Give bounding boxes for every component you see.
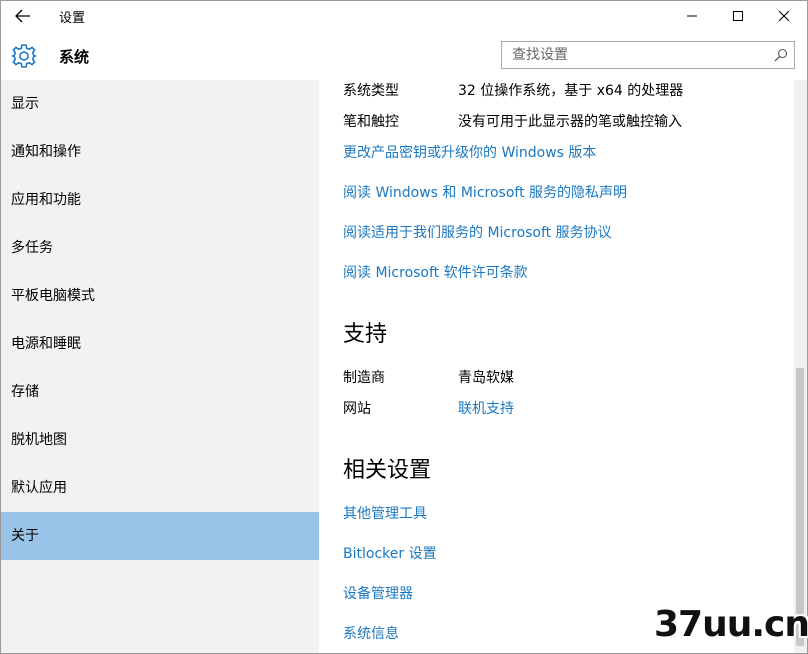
- watermark-logo: 37uu.cn: [640, 604, 808, 648]
- manufacturer-value: 青岛软媒: [458, 370, 514, 386]
- back-arrow-icon: [15, 9, 30, 23]
- sidebar-item-offline-maps[interactable]: 脱机地图: [1, 416, 319, 464]
- title-bar: 设置: [1, 1, 807, 32]
- minimize-button[interactable]: [669, 1, 715, 31]
- manufacturer-label: 制造商: [343, 370, 385, 386]
- sidebar-item-power-sleep[interactable]: 电源和睡眠: [1, 320, 319, 368]
- window-title: 设置: [59, 11, 86, 26]
- scrollbar[interactable]: [794, 80, 807, 653]
- system-type-value: 32 位操作系统，基于 x64 的处理器: [458, 83, 684, 99]
- watermark-text: 37uu.cn: [654, 604, 808, 645]
- website-label: 网站: [343, 401, 371, 417]
- system-info-link[interactable]: 系统信息: [343, 624, 399, 644]
- change-product-key-link[interactable]: 更改产品密钥或升级你的 Windows 版本: [343, 143, 596, 163]
- support-heading: 支持: [343, 322, 388, 347]
- sidebar-item-storage[interactable]: 存储: [1, 368, 319, 416]
- sidebar-item-multitasking[interactable]: 多任务: [1, 224, 319, 272]
- page-header: 系统: [1, 32, 807, 80]
- sidebar-item-default-apps[interactable]: 默认应用: [1, 464, 319, 512]
- sidebar-item-apps[interactable]: 应用和功能: [1, 176, 319, 224]
- online-support-link[interactable]: 联机支持: [458, 399, 514, 419]
- settings-window: 设置 系统 显示 通知和操作 应用和功能 多任务: [0, 0, 808, 654]
- system-type-label: 系统类型: [343, 83, 399, 99]
- sidebar-item-about[interactable]: 关于: [1, 512, 319, 560]
- device-manager-link[interactable]: 设备管理器: [343, 584, 413, 604]
- search-icon[interactable]: [774, 48, 788, 62]
- maximize-button[interactable]: [715, 1, 761, 31]
- search-box[interactable]: [501, 41, 795, 69]
- sidebar-item-tablet-mode[interactable]: 平板电脑模式: [1, 272, 319, 320]
- back-button[interactable]: [9, 5, 37, 27]
- admin-tools-link[interactable]: 其他管理工具: [343, 504, 427, 524]
- gear-icon: [11, 44, 37, 68]
- privacy-statement-link[interactable]: 阅读 Windows 和 Microsoft 服务的隐私声明: [343, 183, 627, 203]
- close-icon: [778, 10, 790, 22]
- about-content: 系统类型 32 位操作系统，基于 x64 的处理器 笔和触控 没有可用于此显示器…: [320, 80, 794, 653]
- services-agreement-link[interactable]: 阅读适用于我们服务的 Microsoft 服务协议: [343, 223, 612, 243]
- pen-touch-value: 没有可用于此显示器的笔或触控输入: [458, 114, 682, 130]
- related-settings-heading: 相关设置: [343, 458, 432, 483]
- minimize-icon: [687, 15, 697, 17]
- page-title: 系统: [59, 48, 90, 66]
- bitlocker-settings-link[interactable]: Bitlocker 设置: [343, 544, 437, 564]
- sidebar-item-notifications[interactable]: 通知和操作: [1, 128, 319, 176]
- license-terms-link[interactable]: 阅读 Microsoft 软件许可条款: [343, 263, 528, 283]
- maximize-icon: [733, 11, 743, 21]
- search-input[interactable]: [502, 42, 772, 68]
- sidebar: 显示 通知和操作 应用和功能 多任务 平板电脑模式 电源和睡眠 存储 脱机地图 …: [1, 80, 319, 653]
- sidebar-item-display[interactable]: 显示: [1, 80, 319, 128]
- close-button[interactable]: [761, 1, 807, 31]
- pen-touch-label: 笔和触控: [343, 114, 399, 130]
